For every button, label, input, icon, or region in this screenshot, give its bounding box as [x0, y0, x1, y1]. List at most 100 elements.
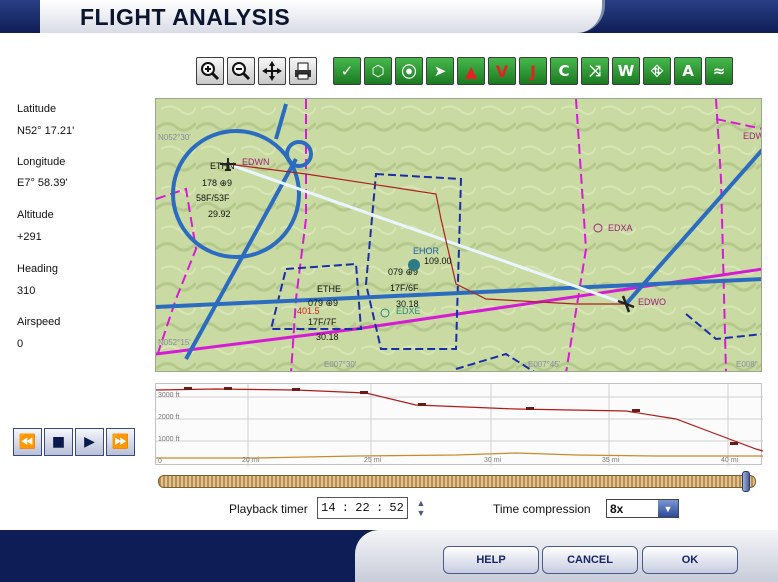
waypoints-icon: W — [617, 62, 635, 80]
airways-hl-button[interactable]: ⛗ — [643, 57, 671, 85]
altitude-icon: A — [682, 62, 694, 80]
latitude-value: N52° 17.21' — [17, 125, 75, 137]
altitude-value: +291 — [17, 231, 42, 243]
ndb-button[interactable]: ⦿ — [395, 57, 423, 85]
altitude-button[interactable]: A — [674, 57, 702, 85]
terrain-layer — [156, 99, 761, 371]
stop-button[interactable]: ■ — [44, 428, 73, 456]
time-compression-value: 8x — [610, 502, 624, 516]
zoom-in-button[interactable] — [196, 57, 224, 85]
class-c-button[interactable]: C — [550, 57, 578, 85]
heading-label: Heading — [17, 263, 58, 275]
vor-ehor-line-3: 30.18 — [396, 299, 419, 309]
warning-icon: ▲ — [464, 61, 478, 81]
waypoints-button[interactable]: W — [612, 57, 640, 85]
help-button[interactable]: HELP — [443, 546, 539, 574]
vor-ethe-extra: 401.5 — [297, 306, 320, 316]
vor-ethn-line-3: 29.92 — [208, 209, 231, 219]
vor-ehor-line-2: 17F/6F — [390, 283, 419, 293]
profile-distance-label: 20 mi — [242, 457, 260, 464]
fast-forward-icon: ⏩ — [111, 434, 130, 450]
vor-ehor-id: EHOR — [413, 246, 440, 256]
timer-hours[interactable]: 14 — [321, 501, 335, 515]
timer-separator: : — [375, 501, 384, 515]
timer-seconds[interactable]: 52 — [389, 501, 403, 515]
vor-button[interactable]: ⬡ — [364, 57, 392, 85]
playback-timer-label: Playback timer — [229, 502, 308, 516]
class-c-icon: C — [558, 62, 570, 80]
map-tools-toolbar — [196, 57, 317, 86]
vor-ehor-extra: 109.00 — [424, 256, 452, 266]
airport-edxa[interactable]: EDXA — [608, 223, 633, 233]
profile-distance-label: 25 mi — [364, 457, 382, 464]
vor-icon: ⬡ — [371, 62, 385, 80]
terrain-icon: ≈ — [712, 62, 726, 80]
v-airways-icon: V — [495, 61, 509, 81]
longitude-value: E7° 58.39' — [17, 177, 68, 189]
profile-grid — [156, 384, 763, 466]
spin-up-icon[interactable]: ▲ — [417, 498, 426, 508]
zoom-in-icon — [201, 62, 220, 81]
j-airways-icon: J — [530, 61, 536, 81]
heading-value: 310 — [17, 285, 36, 297]
timer-separator: : — [341, 501, 349, 515]
j-airways-button[interactable]: J — [519, 57, 547, 85]
vor-ethe-line-2: 17F/7F — [308, 317, 337, 327]
airports-button[interactable]: ✓ — [333, 57, 361, 85]
playback-slider-thumb[interactable] — [742, 471, 751, 492]
warning-button[interactable]: ▲ — [457, 57, 485, 85]
airport-edwn[interactable]: EDWN — [242, 157, 270, 167]
timer-spinner[interactable]: ▲ ▼ — [412, 497, 430, 519]
altitude-profile: 3000 ft 2000 ft 1000 ft 0 20 mi 25 mi 30… — [155, 383, 763, 466]
grid-label-e00730: E007°30' — [324, 360, 357, 369]
zoom-out-button[interactable] — [227, 57, 255, 85]
rewind-button[interactable]: ⏪ — [13, 428, 42, 456]
center-aircraft-icon — [262, 61, 282, 81]
longitude-label: Longitude — [17, 156, 66, 168]
window-title: FLIGHT ANALYSIS — [80, 4, 291, 30]
print-icon — [295, 62, 311, 80]
vor-ethn-line-1: 178 ⊕9 — [202, 178, 232, 188]
cancel-button[interactable]: CANCEL — [542, 546, 638, 574]
print-button[interactable] — [289, 57, 317, 85]
ok-button[interactable]: OK — [642, 546, 738, 574]
profile-distance-label: 30 mi — [484, 457, 502, 464]
rewind-icon: ⏪ — [18, 434, 37, 450]
playback-slider[interactable] — [158, 475, 756, 488]
grid-label-n5230: N052°30' — [158, 133, 191, 142]
map-layers-toolbar: ✓ ⬡ ⦿ ➤ ▲ V J C ⤨ W ⛗ A ≈ — [333, 57, 733, 86]
profile-distance-label: 40 mi — [721, 457, 739, 464]
grid-label-e00745: E007°45' — [528, 360, 561, 369]
airport-edw[interactable]: EDW — [743, 131, 762, 141]
chevron-down-icon[interactable]: ▼ — [658, 500, 678, 517]
timer-minutes[interactable]: 22 — [355, 501, 369, 515]
profile-distance-label: 0 — [158, 458, 162, 465]
vor-ehor-icon — [408, 259, 420, 271]
profile-altitude-label: 2000 ft — [158, 414, 180, 421]
airways-hl-icon: ⛗ — [650, 62, 663, 80]
playback-timer-field[interactable]: 14 : 22 : 52 — [317, 497, 408, 519]
time-compression-select[interactable]: 8x ▼ — [606, 499, 679, 518]
altitude-label: Altitude — [17, 209, 54, 221]
terrain-button[interactable]: ≈ — [705, 57, 733, 85]
playback-controls: ⏪ ■ ▶ ⏩ — [13, 428, 135, 456]
flight-map[interactable]: EDWN EDXA EDWO EDXE EDW ETHN 178 ⊕9 58F/… — [155, 98, 762, 372]
ndb-icon: ⦿ — [401, 62, 417, 81]
profile-distance-label: 35 mi — [602, 457, 620, 464]
center-aircraft-button[interactable] — [258, 57, 286, 85]
aircraft-button[interactable]: ➤ — [426, 57, 454, 85]
profile-altitude-label: 1000 ft — [158, 436, 180, 443]
play-button[interactable]: ▶ — [75, 428, 104, 456]
v-airways-button[interactable]: V — [488, 57, 516, 85]
latitude-label: Latitude — [17, 103, 57, 115]
time-compression-label: Time compression — [493, 502, 591, 516]
route-icon: ⤨ — [588, 62, 601, 80]
grid-label-e008: E008° — [736, 360, 758, 369]
spin-down-icon[interactable]: ▼ — [417, 508, 426, 518]
airport-edwo[interactable]: EDWO — [638, 297, 666, 307]
route-button[interactable]: ⤨ — [581, 57, 609, 85]
aircraft-icon: ➤ — [433, 62, 447, 80]
vor-ethe-line-3: 30.18 — [316, 332, 339, 342]
airspeed-value: 0 — [17, 338, 24, 350]
fast-forward-button[interactable]: ⏩ — [106, 428, 135, 456]
